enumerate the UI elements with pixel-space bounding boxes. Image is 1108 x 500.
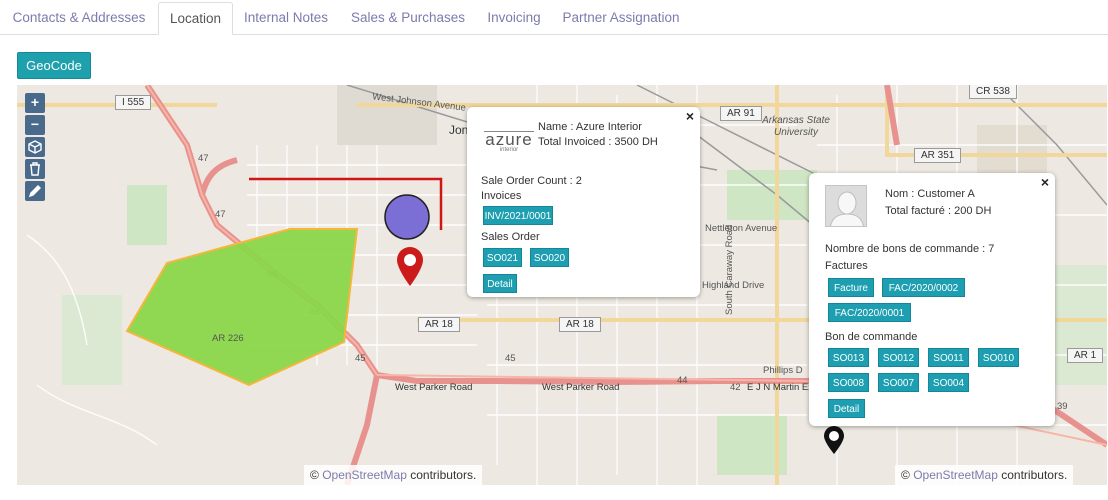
sales-order-chip[interactable]: SO020 <box>530 248 569 267</box>
logo-text: azure <box>484 130 534 149</box>
attribution-text: contributors. <box>1001 468 1068 482</box>
bon-chip[interactable]: SO008 <box>828 373 869 392</box>
customer-name: Nom : Customer A <box>885 188 975 200</box>
tab-partner-assignation[interactable]: Partner Assignation <box>556 2 686 35</box>
avatar <box>825 185 867 227</box>
trash-icon <box>30 162 40 176</box>
copyright-symbol: © <box>310 468 319 482</box>
bon-chip[interactable]: SO010 <box>978 348 1019 367</box>
zoom-out-button[interactable]: − <box>25 115 45 135</box>
tab-bar: Contacts & Addresses Location Internal N… <box>0 0 1108 35</box>
tab-location[interactable]: Location <box>158 2 233 35</box>
user-avatar-icon <box>829 191 865 226</box>
order-count: Nombre de bons de commande : 7 <box>825 243 995 255</box>
cube-icon <box>28 140 42 154</box>
bon-chip[interactable]: SO004 <box>928 373 969 392</box>
partner-popup-azure: × azure interior Name : Azure Interior T… <box>467 107 700 297</box>
drawn-circle[interactable] <box>384 194 430 240</box>
partner-total: Total Invoiced : 3500 DH <box>538 136 658 148</box>
attribution-text: contributors. <box>410 468 477 482</box>
location-pin-red[interactable] <box>395 245 425 287</box>
bon-chip[interactable]: SO011 <box>928 348 969 367</box>
zoom-in-button[interactable]: + <box>25 93 45 113</box>
sales-order-heading: Sales Order <box>481 231 540 243</box>
map-pin-icon <box>824 426 844 454</box>
edit-shape-button[interactable] <box>25 181 45 201</box>
bon-chip[interactable]: SO013 <box>828 348 869 367</box>
facture-chip[interactable]: Facture <box>828 278 874 297</box>
partner-name: Name : Azure Interior <box>538 121 642 133</box>
draw-shape-button[interactable] <box>25 137 45 157</box>
tab-sales-purchases[interactable]: Sales & Purchases <box>341 2 475 35</box>
drawn-polygon[interactable] <box>125 228 359 387</box>
map-canvas[interactable]: I 555 West Johnson Avenue AR 91 CR 538 A… <box>17 85 1107 485</box>
tab-internal-notes[interactable]: Internal Notes <box>235 2 337 35</box>
close-icon[interactable]: × <box>1041 174 1049 190</box>
map-pin-icon <box>397 247 423 286</box>
partner-popup-customer-a: × Nom : Customer A Total facturé : 200 D… <box>809 173 1055 426</box>
bon-chip[interactable]: SO007 <box>878 373 919 392</box>
sale-order-count: Sale Order Count : 2 <box>481 175 582 187</box>
factures-heading: Factures <box>825 260 868 272</box>
delete-shape-button[interactable] <box>25 159 45 179</box>
sales-order-chip[interactable]: SO021 <box>483 248 522 267</box>
pencil-icon <box>28 185 41 198</box>
map-attribution-right: © OpenStreetMap contributors. <box>895 465 1074 485</box>
customer-total: Total facturé : 200 DH <box>885 205 992 217</box>
invoices-heading: Invoices <box>481 190 522 202</box>
copyright-symbol: © <box>901 468 910 482</box>
bons-heading: Bon de commande <box>825 331 918 343</box>
detail-button[interactable]: Detail <box>828 399 865 418</box>
location-pin-black[interactable] <box>822 425 846 455</box>
facture-chip[interactable]: FAC/2020/0001 <box>828 303 911 322</box>
osm-link[interactable]: OpenStreetMap <box>322 468 407 482</box>
detail-button[interactable]: Detail <box>483 274 517 293</box>
osm-link[interactable]: OpenStreetMap <box>913 468 998 482</box>
tab-contacts-addresses[interactable]: Contacts & Addresses <box>0 2 158 35</box>
polygon-label: AR 226 <box>212 333 244 344</box>
map-attribution-left: © OpenStreetMap contributors. <box>304 465 483 485</box>
close-icon[interactable]: × <box>686 108 694 124</box>
facture-chip[interactable]: FAC/2020/0002 <box>882 278 965 297</box>
tab-invoicing[interactable]: Invoicing <box>480 2 548 35</box>
bon-chip[interactable]: SO012 <box>878 348 919 367</box>
partner-logo: azure interior <box>484 131 534 153</box>
geocode-button[interactable]: GeoCode <box>17 52 91 79</box>
invoice-chip[interactable]: INV/2021/0001 <box>483 206 553 225</box>
